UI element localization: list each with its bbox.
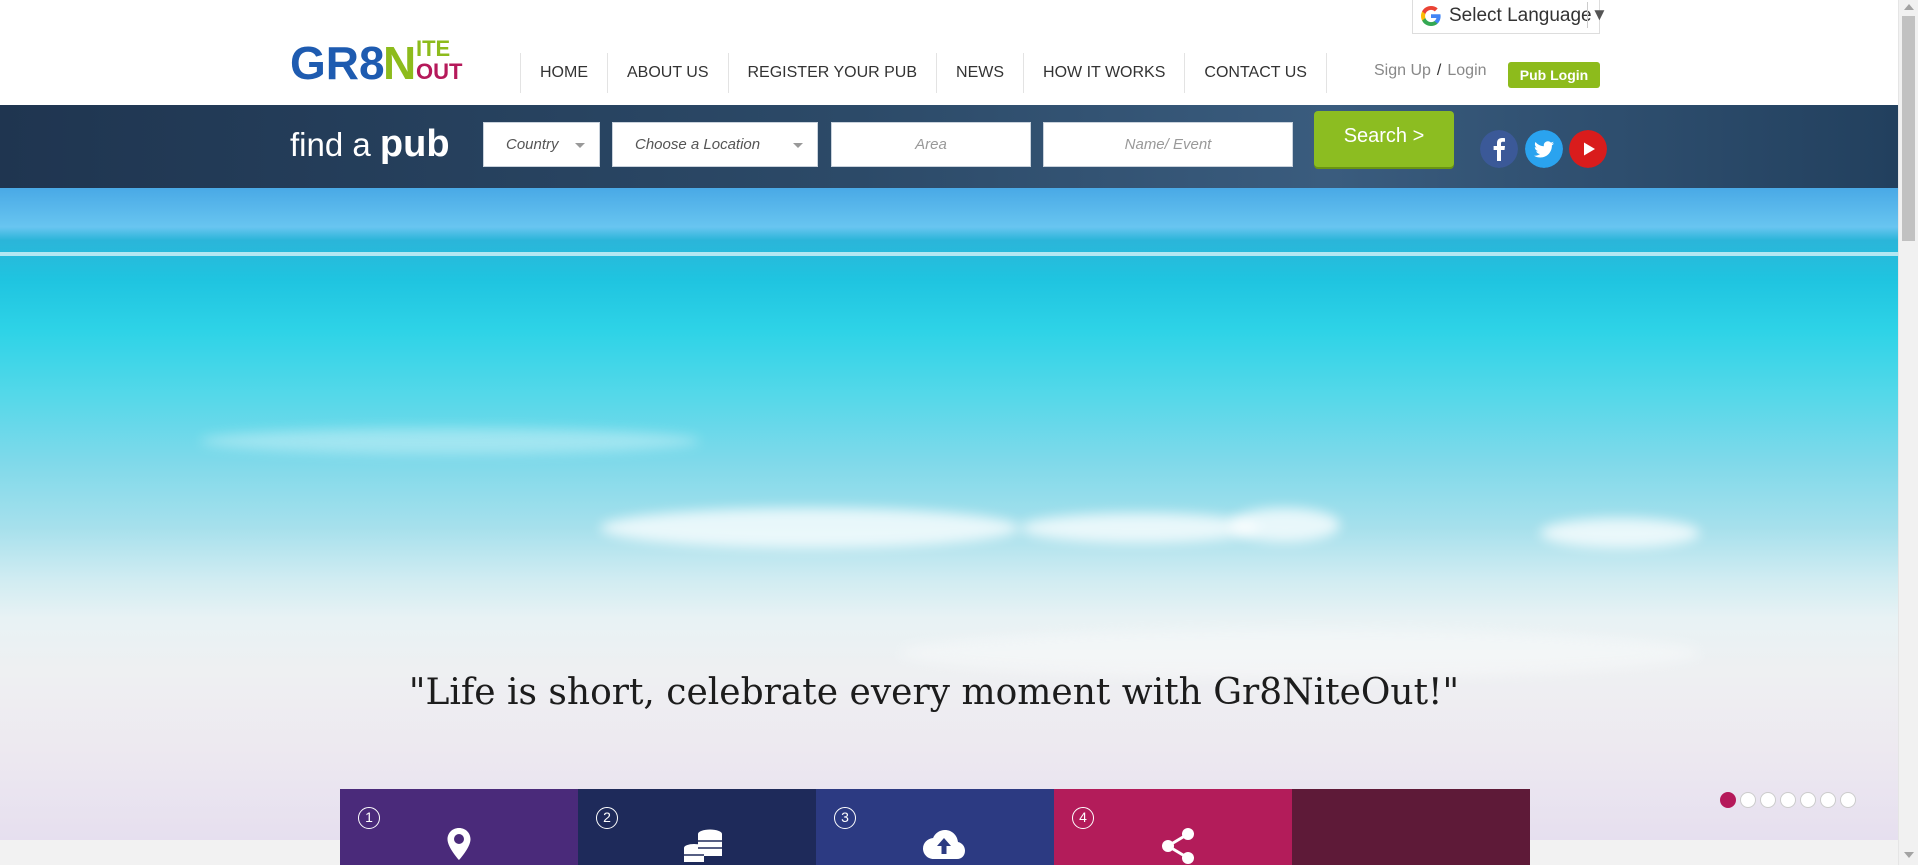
scroll-up-arrow-icon[interactable] [1904, 4, 1914, 10]
area-input[interactable]: Area [831, 122, 1031, 167]
slider-dot[interactable] [1740, 792, 1756, 808]
hero-quote: "Life is short, celebrate every moment w… [408, 672, 1460, 713]
wave-foam [1020, 513, 1260, 543]
wave-foam [1230, 508, 1340, 542]
location-select-value: Choose a Location [635, 136, 761, 153]
slider-dot[interactable] [1820, 792, 1836, 808]
slider-dot[interactable] [1800, 792, 1816, 808]
nav-item-register-your-pub[interactable]: REGISTER YOUR PUB [727, 53, 937, 93]
language-label: Select Language [1449, 5, 1592, 26]
logo-n-text: N [383, 37, 416, 85]
language-selector[interactable]: Select Language ▼ [1412, 0, 1608, 34]
hero-slider: "Life is short, celebrate every moment w… [0, 188, 1898, 840]
name-event-input[interactable]: Name/ Event [1043, 122, 1293, 167]
language-divider [1587, 2, 1588, 28]
chevron-down-icon[interactable]: ▼ [1591, 5, 1608, 25]
nav-item-news[interactable]: NEWS [936, 53, 1023, 93]
tile-number: 3 [834, 807, 856, 829]
find-a-pub-bar: find a pub Country Choose a Location Are… [0, 105, 1898, 188]
feature-tile-find[interactable]: 1 [340, 789, 578, 865]
page-scrollbar[interactable] [1898, 0, 1918, 865]
sign-up-link[interactable]: Sign Up [1374, 62, 1431, 79]
youtube-icon[interactable] [1569, 130, 1607, 168]
tile-number: 1 [358, 807, 380, 829]
site-logo[interactable]: GR8 N ITE OUT [290, 35, 466, 89]
feature-tile-deals[interactable]: 2 [578, 789, 816, 865]
pub-login-button[interactable]: Pub Login [1508, 62, 1600, 88]
name-event-input-placeholder: Name/ Event [1124, 136, 1212, 153]
nav-item-how-it-works[interactable]: HOW IT WORKS [1023, 53, 1184, 93]
slider-dot[interactable] [1720, 792, 1736, 808]
wave-foam [600, 508, 1020, 548]
site-header: GR8 N ITE OUT Select Language ▼ HOME ABO… [0, 0, 1898, 105]
slider-dot[interactable] [1780, 792, 1796, 808]
nav-item-about-us[interactable]: ABOUT US [607, 53, 728, 93]
chevron-down-icon [793, 143, 803, 148]
area-input-placeholder: Area [915, 136, 947, 153]
search-button[interactable]: Search > [1314, 111, 1454, 167]
feature-tile-share[interactable]: 4 [1054, 789, 1292, 865]
hero-horizon [0, 252, 1898, 256]
slider-dot[interactable] [1760, 792, 1776, 808]
feature-tile-extra[interactable] [1292, 789, 1530, 865]
map-pin-icon [447, 828, 471, 860]
coins-icon [684, 829, 722, 862]
auth-separator: / [1436, 62, 1442, 79]
twitter-icon[interactable] [1525, 130, 1563, 168]
main-nav: HOME ABOUT US REGISTER YOUR PUB NEWS HOW… [520, 53, 1327, 93]
login-link[interactable]: Login [1447, 62, 1486, 79]
find-a-prefix: find a [290, 126, 371, 163]
google-g-icon [1421, 6, 1441, 26]
logo-ite-text: ITE [416, 36, 450, 61]
share-icon [1162, 828, 1194, 864]
feature-tile-upload[interactable]: 3 [816, 789, 1054, 865]
slider-dot[interactable] [1840, 792, 1856, 808]
tile-number: 4 [1072, 807, 1094, 829]
wave-foam [1540, 518, 1700, 548]
feature-tiles: 1 2 3 4 [340, 789, 1530, 865]
wave-foam [200, 428, 700, 454]
auth-links: Sign Up / Login [1374, 62, 1487, 80]
facebook-icon[interactable] [1480, 130, 1518, 168]
country-select[interactable]: Country [483, 122, 600, 167]
location-select[interactable]: Choose a Location [612, 122, 818, 167]
find-a-pub-bold: pub [379, 123, 450, 165]
scrollbar-thumb[interactable] [1902, 16, 1915, 241]
slider-dots [1720, 792, 1856, 808]
country-select-value: Country [506, 136, 559, 153]
tile-number: 2 [596, 807, 618, 829]
nav-item-contact-us[interactable]: CONTACT US [1184, 53, 1327, 93]
chevron-down-icon [575, 143, 585, 148]
wave-foam [900, 628, 1700, 678]
scroll-down-arrow-icon[interactable] [1904, 852, 1914, 858]
logo-gr8-text: GR8 [290, 37, 385, 85]
nav-item-home[interactable]: HOME [520, 53, 607, 93]
logo-out-text: OUT [416, 59, 463, 84]
find-a-pub-title: find a pub [290, 123, 450, 166]
cloud-upload-icon [923, 830, 965, 859]
